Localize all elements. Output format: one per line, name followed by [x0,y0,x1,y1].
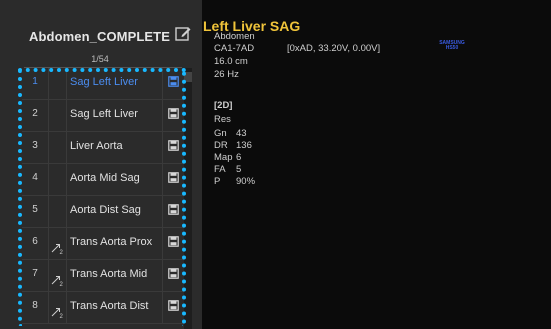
edit-icon[interactable] [174,25,192,43]
protocol-title: Abdomen_COMPLETE [29,29,170,44]
probe-name: CA1-7AD [214,43,255,54]
probe-params: [0xAD, 33.20V, 0.00V] [287,43,381,54]
exam-type: Abdomen [214,31,255,42]
param-value-map: 6 [236,152,242,163]
selection-outline [18,68,186,326]
param-value-dr: 136 [236,140,252,151]
protocol-panel: Abdomen_COMPLETE 1/54 1 Sag Left Liver 2… [0,0,202,329]
param-label-map: Map [214,152,233,163]
frame-rate: 26 Hz [214,69,239,80]
res-label: Res [214,114,231,125]
depth-value: 16.0 cm [214,56,248,67]
protocol-header: Abdomen_COMPLETE [0,20,202,50]
param-label-fa: FA [214,164,226,175]
logo-line2: HS50 [445,45,459,51]
param-label-p: P [214,176,221,187]
param-label-gn: Gn [214,128,227,139]
brand-logo: SAMSUNG HS50 [432,41,472,51]
param-value-fa: 5 [236,164,242,175]
mode-label: [2D] [214,100,233,111]
page-counter: 1/54 [91,54,109,64]
param-value-p: 90% [236,176,256,187]
param-label-dr: DR [214,140,228,151]
param-value-gn: 43 [236,128,247,139]
